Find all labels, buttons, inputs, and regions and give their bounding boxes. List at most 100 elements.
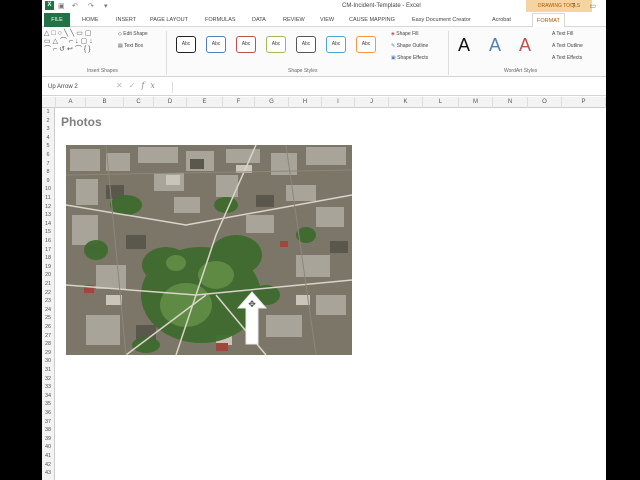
column-header[interactable]: N xyxy=(493,97,528,108)
excel-app-icon[interactable]: X xyxy=(45,1,54,10)
row-header[interactable]: 15 xyxy=(42,228,54,236)
row-header[interactable]: 9 xyxy=(42,177,54,185)
row-header[interactable]: 20 xyxy=(42,271,54,279)
row-header[interactable]: 22 xyxy=(42,289,54,297)
row-header[interactable]: 19 xyxy=(42,263,54,271)
column-header[interactable]: D xyxy=(154,97,187,108)
up-arrow-shape[interactable]: ✥ xyxy=(237,291,267,345)
tab-data[interactable]: DATA xyxy=(252,13,266,27)
shape-effects-button[interactable]: ▣ Shape Effects xyxy=(391,55,428,61)
text-outline-button[interactable]: A Text Outline xyxy=(552,43,583,49)
row-header[interactable]: 31 xyxy=(42,366,54,374)
cancel-icon[interactable]: ✕ xyxy=(116,81,129,90)
row-header[interactable]: 33 xyxy=(42,383,54,391)
row-header[interactable]: 16 xyxy=(42,237,54,245)
row-header[interactable]: 30 xyxy=(42,357,54,365)
row-header[interactable]: 6 xyxy=(42,151,54,159)
shape-style-option[interactable]: Abc xyxy=(326,36,346,53)
row-header[interactable]: 18 xyxy=(42,254,54,262)
row-header[interactable]: 27 xyxy=(42,332,54,340)
row-header[interactable]: 7 xyxy=(42,160,54,168)
insert-function-button[interactable]: fx xyxy=(141,81,160,90)
shape-style-option[interactable]: Abc xyxy=(266,36,286,53)
row-header[interactable]: 42 xyxy=(42,461,54,469)
shape-style-option[interactable]: Abc xyxy=(296,36,316,53)
wordart-style-blue[interactable]: A xyxy=(489,35,501,56)
tab-view[interactable]: VIEW xyxy=(320,13,334,27)
column-header[interactable]: J xyxy=(355,97,389,108)
tab-home[interactable]: HOME xyxy=(82,13,99,27)
column-header[interactable]: P xyxy=(562,97,606,108)
row-header[interactable]: 8 xyxy=(42,168,54,176)
column-header[interactable]: M xyxy=(459,97,493,108)
shape-style-option[interactable]: Abc xyxy=(356,36,376,53)
shape-fill-button[interactable]: ◈ Shape Fill xyxy=(391,31,418,37)
row-header[interactable]: 1 xyxy=(42,108,54,116)
row-header[interactable]: 38 xyxy=(42,426,54,434)
shape-style-option[interactable]: Abc xyxy=(176,36,196,53)
text-fill-button[interactable]: A Text Fill xyxy=(552,31,573,37)
row-header[interactable]: 17 xyxy=(42,246,54,254)
row-header[interactable]: 4 xyxy=(42,134,54,142)
column-header[interactable]: A xyxy=(56,97,86,108)
tab-file[interactable]: FILE xyxy=(44,13,70,27)
row-header[interactable]: 23 xyxy=(42,297,54,305)
formula-input[interactable] xyxy=(172,82,602,93)
select-all-corner[interactable] xyxy=(42,97,56,108)
row-header[interactable]: 26 xyxy=(42,323,54,331)
row-header[interactable]: 3 xyxy=(42,125,54,133)
row-header[interactable]: 2 xyxy=(42,117,54,125)
row-header[interactable]: 40 xyxy=(42,443,54,451)
column-header[interactable]: L xyxy=(423,97,459,108)
row-header[interactable]: 10 xyxy=(42,185,54,193)
shape-style-option[interactable]: Abc xyxy=(236,36,256,53)
text-effects-button[interactable]: A Text Effects xyxy=(552,55,582,61)
tab-formulas[interactable]: FORMULAS xyxy=(205,13,236,27)
row-header[interactable]: 24 xyxy=(42,306,54,314)
row-header[interactable]: 37 xyxy=(42,418,54,426)
row-header[interactable]: 5 xyxy=(42,142,54,150)
row-header[interactable]: 14 xyxy=(42,220,54,228)
column-header[interactable]: I xyxy=(322,97,355,108)
column-header[interactable]: G xyxy=(255,97,289,108)
row-header[interactable]: 34 xyxy=(42,392,54,400)
row-header[interactable]: 35 xyxy=(42,400,54,408)
undo-icon[interactable]: ↶ xyxy=(72,2,78,10)
row-header[interactable]: 12 xyxy=(42,203,54,211)
text-box-button[interactable]: ▤ Text Box xyxy=(118,43,143,49)
shape-style-option[interactable]: Abc xyxy=(206,36,226,53)
shape-outline-button[interactable]: ✎ Shape Outline xyxy=(391,43,428,49)
row-header[interactable]: 41 xyxy=(42,452,54,460)
column-header[interactable]: F xyxy=(223,97,255,108)
row-header[interactable]: 43 xyxy=(42,469,54,477)
row-header[interactable]: 29 xyxy=(42,349,54,357)
column-header[interactable]: H xyxy=(289,97,322,108)
window-controls[interactable]: ? ▭ xyxy=(572,2,602,10)
row-header[interactable]: 36 xyxy=(42,409,54,417)
row-header[interactable]: 13 xyxy=(42,211,54,219)
aerial-city-photo[interactable]: ✥ xyxy=(66,145,352,355)
column-header[interactable]: E xyxy=(187,97,223,108)
shape-gallery[interactable]: △□○╲╲▭▢ ▭△⌒⌐↓▢↓ ⌒⌐↺↩⌒{} xyxy=(44,30,110,62)
row-header[interactable]: 28 xyxy=(42,340,54,348)
enter-icon[interactable]: ✓ xyxy=(129,81,142,90)
row-header[interactable]: 21 xyxy=(42,280,54,288)
column-header[interactable]: K xyxy=(389,97,423,108)
row-header[interactable]: 11 xyxy=(42,194,54,202)
column-header[interactable]: O xyxy=(528,97,562,108)
row-header[interactable]: 32 xyxy=(42,375,54,383)
edit-shape-button[interactable]: ◇ Edit Shape xyxy=(118,31,148,37)
tab-acrobat[interactable]: Acrobat xyxy=(492,13,511,27)
row-header[interactable]: 25 xyxy=(42,314,54,322)
quick-access-more-icon[interactable]: ▾ xyxy=(104,2,108,10)
tab-page-layout[interactable]: PAGE LAYOUT xyxy=(150,13,188,27)
tab-review[interactable]: REVIEW xyxy=(283,13,305,27)
save-icon[interactable]: ▣ xyxy=(58,2,65,10)
wordart-style-red[interactable]: A xyxy=(519,35,531,56)
row-header[interactable]: 39 xyxy=(42,435,54,443)
name-box[interactable]: Up Arrow 2 xyxy=(46,82,98,93)
tab-insert[interactable]: INSERT xyxy=(116,13,136,27)
tab-format[interactable]: FORMAT xyxy=(532,13,565,27)
tab-easy-document-creator[interactable]: Easy Document Creator xyxy=(412,13,471,27)
redo-icon[interactable]: ↷ xyxy=(88,2,94,10)
